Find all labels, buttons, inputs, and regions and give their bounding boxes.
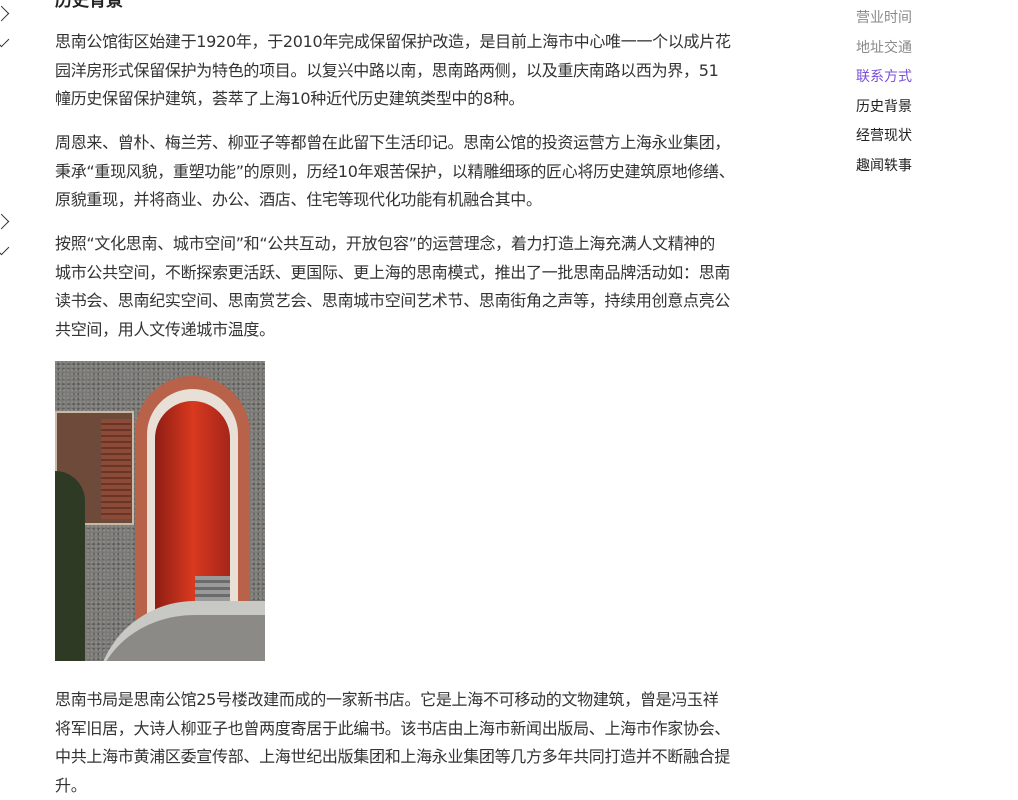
text-line: 升。 (55, 772, 825, 800)
text-line: 幢历史保留保护建筑，荟萃了上海10种近代历史建筑类型中的8种。 (55, 85, 825, 114)
text-line: 城市公共空间，不断探索更活跃、更国际、更上海的思南模式，推出了一批思南品牌活动如… (55, 259, 825, 288)
text-line: 读书会、思南纪实空间、思南赏艺会、思南城市空间艺术节、思南街角之声等，持续用创意… (55, 287, 825, 316)
text-line: 原貌重现，并将商业、办公、酒店、住宅等现代化功能有机融合其中。 (55, 186, 825, 215)
text-line: 将军旧居，大诗人柳亚子也曾两度寄居于此编书。该书店由上海市新闻出版局、上海市作家… (55, 715, 825, 744)
toc-item-anecdotes[interactable]: 趣闻轶事 (856, 152, 912, 182)
toc-item-address[interactable]: 地址交通 (856, 34, 912, 64)
text-line: 思南公馆街区始建于1920年，于2010年完成保留保护改造，是目前上海市中心唯一… (55, 28, 825, 57)
text-line: 共空间，用人文传递城市温度。 (55, 316, 825, 345)
toc-item-history[interactable]: 历史背景 (856, 93, 912, 123)
text-line: 按照“文化思南、城市空间”和“公共互动，开放包容”的运营理念，着力打造上海充满人… (55, 230, 825, 259)
paragraph-residents: 周恩来、曾朴、梅兰芳、柳亚子等都曾在此留下生活印记。思南公馆的投资运营方上海永业… (55, 129, 825, 215)
bookstore-photo (55, 361, 265, 661)
paragraph-bookstore: 思南书局是思南公馆25号楼改建而成的一家新书店。它是上海不可移动的文物建筑，曾是… (55, 686, 825, 800)
toc-item-hours[interactable]: 营业时间 (856, 4, 912, 34)
text-line: 园洋房形式保留保护为特色的项目。以复兴中路以南，思南路两侧，以及重庆南路以西为界… (55, 57, 825, 86)
text-line: 周恩来、曾朴、梅兰芳、柳亚子等都曾在此留下生活印记。思南公馆的投资运营方上海永业… (55, 129, 825, 158)
curved-wall (95, 601, 265, 661)
chevron-down-icon[interactable] (0, 240, 9, 256)
text-line: 秉承“重现风貌，重塑功能”的原则，历经10年艰苦保护，以精雕细琢的匠心将历史建筑… (55, 158, 825, 187)
text-line: 思南书局是思南公馆25号楼改建而成的一家新书店。它是上海不可移动的文物建筑，曾是… (55, 686, 825, 715)
toc-item-contact[interactable]: 联系方式 (856, 63, 912, 93)
plants (55, 471, 85, 661)
chevron-right-icon[interactable] (0, 214, 9, 230)
section-heading: 历史背景 (55, 0, 123, 11)
paragraph-history: 思南公馆街区始建于1920年，于2010年完成保留保护改造，是目前上海市中心唯一… (55, 28, 825, 114)
chevron-down-icon[interactable] (0, 32, 9, 48)
toc-item-status[interactable]: 经营现状 (856, 122, 912, 152)
table-of-contents: 营业时间 地址交通 联系方式 历史背景 经营现状 趣闻轶事 (856, 4, 912, 181)
paragraph-operation: 按照“文化思南、城市空间”和“公共互动，开放包容”的运营理念，着力打造上海充满人… (55, 230, 825, 344)
text-line: 中共上海市黄浦区委宣传部、上海世纪出版集团和上海永业集团等几方多年共同打造并不断… (55, 743, 825, 772)
shutter (101, 419, 131, 519)
chevron-right-icon[interactable] (0, 6, 9, 22)
